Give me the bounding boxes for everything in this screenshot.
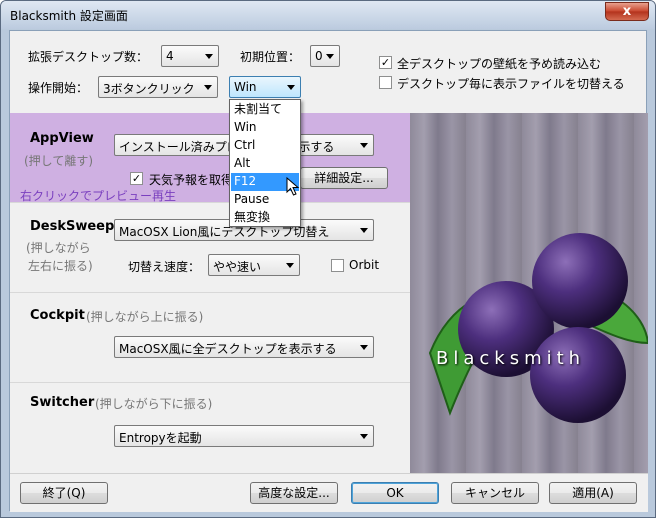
preload-wallpaper-checkbox[interactable]: ✓ xyxy=(379,56,392,69)
switcher-combo-value: Entropyを起動 xyxy=(119,431,202,445)
chevron-down-icon xyxy=(204,85,212,90)
switch-files-label: デスクトップ毎に表示ファイルを切替える xyxy=(397,77,625,91)
desksweep-hint-line2: 左右に振る) xyxy=(28,259,93,273)
modifier-key-dropdown: 未割当て Win Ctrl Alt F12 Pause 無変換 xyxy=(229,99,301,227)
cockpit-title: Cockpit xyxy=(30,308,85,323)
appview-hint: (押して離す) xyxy=(24,154,94,168)
chevron-down-icon xyxy=(287,85,295,90)
cockpit-section: Cockpit (押しながら上に振る) MacOSX風に全デスクトップを表示する xyxy=(10,293,410,383)
operation-label: 操作開始： xyxy=(28,81,89,95)
initial-position-label: 初期位置： xyxy=(240,50,301,64)
chevron-down-icon xyxy=(360,434,368,439)
dropdown-item-win[interactable]: Win xyxy=(231,119,299,137)
grape-icon xyxy=(532,233,628,329)
details-button[interactable]: 詳細設定... xyxy=(300,167,388,189)
speed-value: やや速い xyxy=(213,260,262,274)
switcher-section: Switcher (押しながら下に振る) Entropyを起動 xyxy=(10,383,410,473)
chevron-down-icon xyxy=(360,345,368,350)
grapes-illustration xyxy=(428,233,650,423)
orbit-checkbox[interactable] xyxy=(331,259,344,272)
speed-label: 切替え速度： xyxy=(128,260,201,274)
speed-combo[interactable]: やや速い xyxy=(208,254,300,276)
client-area: 拡張デスクトップ数： 4 初期位置： 0 ✓ 全デスクトップの壁紙を予め読み込む… xyxy=(9,30,650,512)
desksweep-title: DeskSweep xyxy=(30,219,115,234)
chevron-down-icon xyxy=(360,228,368,233)
modifier-key-value: Win xyxy=(234,80,257,94)
ok-button[interactable]: OK xyxy=(351,482,439,504)
desksweep-hint-line1: (押しながら xyxy=(26,241,91,255)
weather-checkbox[interactable]: ✓ xyxy=(130,172,143,185)
chevron-down-icon xyxy=(205,54,213,59)
preview-link[interactable]: 右クリックでプレビュー再生 xyxy=(20,187,176,204)
window-title: Blacksmith 設定画面 xyxy=(10,9,128,23)
initial-position-value: 0 xyxy=(315,49,323,63)
chevron-down-icon xyxy=(326,54,334,59)
orbit-label: Orbit xyxy=(349,258,380,272)
operation-value: 3ボタンクリック xyxy=(103,82,195,96)
chevron-down-icon xyxy=(360,143,368,148)
appview-section: AppView (押して離す) インストール済みプログラムを表示する ✓ 天気予… xyxy=(10,113,410,203)
appview-title: AppView xyxy=(30,131,94,146)
operation-combo[interactable]: 3ボタンクリック xyxy=(98,76,218,98)
desksweep-section: DeskSweep (押しながら 左右に振る) MacOSX Lion風にデスク… xyxy=(10,203,410,293)
switcher-combo[interactable]: Entropyを起動 xyxy=(114,425,374,447)
dropdown-item-ctrl[interactable]: Ctrl xyxy=(231,137,299,155)
blacksmith-artwork: Blacksmith xyxy=(410,113,650,473)
switcher-title: Switcher xyxy=(30,395,95,410)
mouse-cursor-icon xyxy=(286,177,300,196)
desktops-value: 4 xyxy=(166,49,174,63)
weather-label: 天気予報を取得 xyxy=(149,173,234,187)
button-bar: 終了(Q) 高度な設定... OK キャンセル 適用(A) xyxy=(10,473,648,512)
chevron-down-icon xyxy=(286,263,294,268)
apply-button[interactable]: 適用(A) xyxy=(549,482,637,504)
initial-position-combo[interactable]: 0 xyxy=(310,45,340,67)
dropdown-item-muhenkan[interactable]: 無変換 xyxy=(231,209,299,227)
settings-window: Blacksmith 設定画面 x 拡張デスクトップ数： 4 初期位置： 0 ✓… xyxy=(0,0,656,518)
dropdown-item-unassigned[interactable]: 未割当て xyxy=(231,101,299,119)
cockpit-combo-value: MacOSX風に全デスクトップを表示する xyxy=(119,342,337,356)
dropdown-item-alt[interactable]: Alt xyxy=(231,155,299,173)
grape-icon xyxy=(530,327,626,423)
modifier-key-combo[interactable]: Win xyxy=(229,76,301,98)
title-bar[interactable]: Blacksmith 設定画面 x xyxy=(1,1,655,29)
logo-text: Blacksmith xyxy=(436,348,586,369)
desktops-combo[interactable]: 4 xyxy=(161,45,219,67)
desktops-label: 拡張デスクトップ数： xyxy=(28,50,149,64)
cockpit-combo[interactable]: MacOSX風に全デスクトップを表示する xyxy=(114,336,374,358)
switcher-hint: (押しながら下に振る) xyxy=(95,397,213,411)
cancel-button[interactable]: キャンセル xyxy=(451,482,539,504)
preload-wallpaper-label: 全デスクトップの壁紙を予め読み込む xyxy=(397,57,602,71)
cockpit-hint: (押しながら上に振る) xyxy=(86,310,204,324)
close-button[interactable]: x xyxy=(605,2,649,21)
quit-button[interactable]: 終了(Q) xyxy=(20,482,108,504)
advanced-settings-button[interactable]: 高度な設定... xyxy=(250,482,338,504)
switch-files-checkbox[interactable] xyxy=(379,76,392,89)
